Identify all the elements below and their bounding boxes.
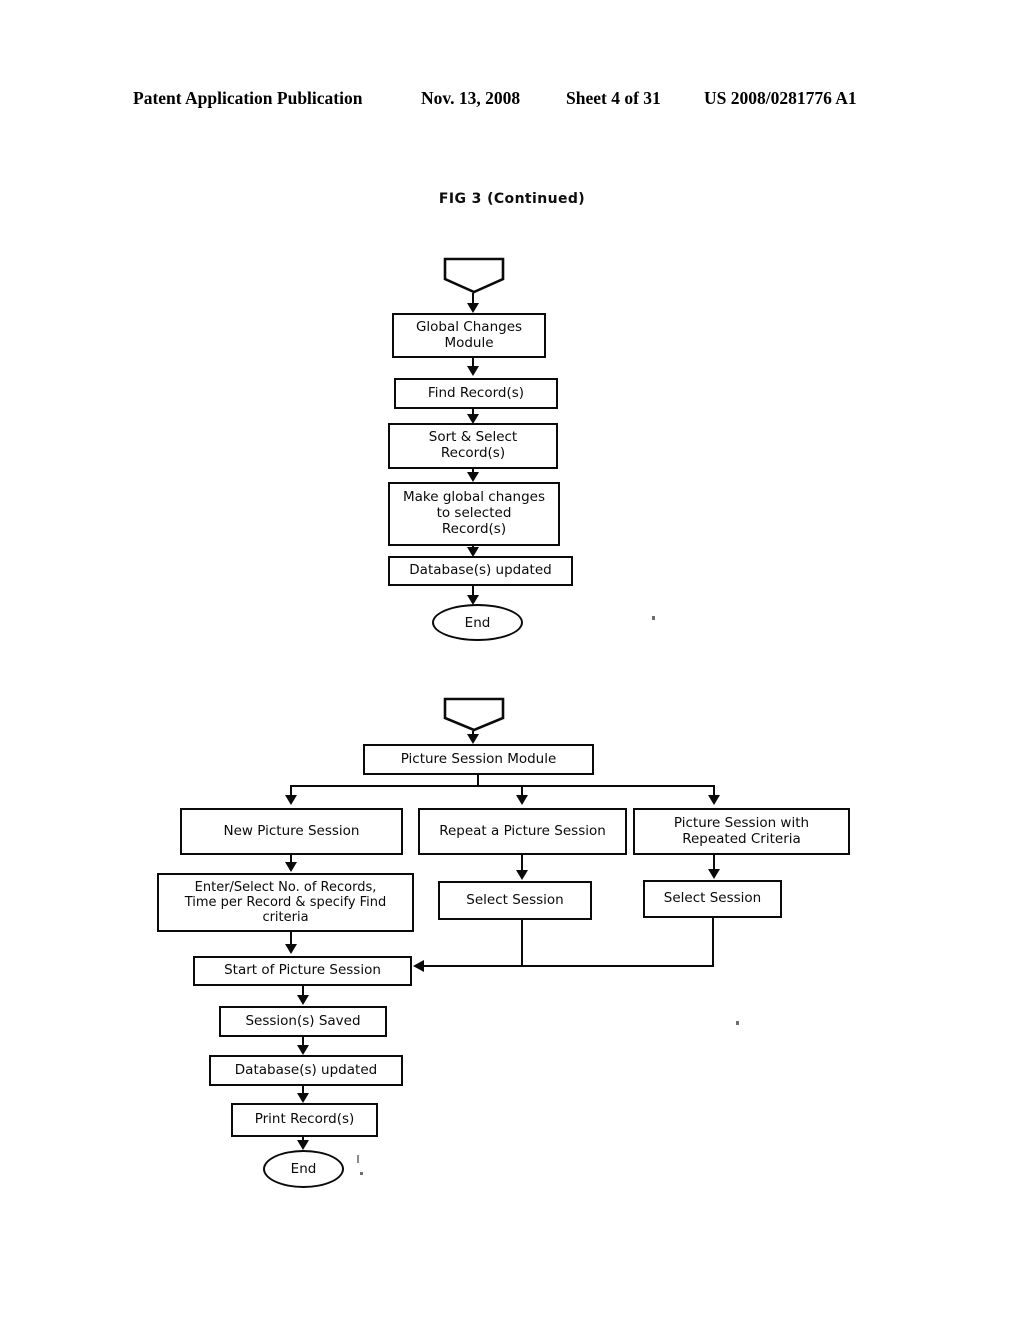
- node-label: Database(s) updated: [409, 562, 552, 579]
- node-label: New Picture Session: [223, 822, 360, 839]
- arrowhead-start-session-to-saved: [297, 995, 309, 1005]
- header-patent-number: US 2008/0281776 A1: [704, 88, 857, 108]
- arrowhead-repeat-to-select1: [516, 870, 528, 880]
- node-label: Repeat a Picture Session: [439, 822, 606, 839]
- node-enter-select-records: Enter/Select No. of Records, Time per Re…: [157, 873, 414, 932]
- edge-merge-to-start-session: [424, 965, 714, 967]
- arrowhead-module-to-find: [467, 366, 479, 376]
- node-label: Enter/Select No. of Records, Time per Re…: [184, 879, 387, 926]
- figure-title: FIG 3 (Continued): [438, 191, 586, 207]
- connector-pentagon-picture-session: [443, 697, 505, 732]
- scan-artifact-speck: [652, 616, 655, 620]
- node-global-changes-module: Global Changes Module: [392, 313, 546, 358]
- node-database-updated-global: Database(s) updated: [388, 556, 573, 586]
- node-label: End: [290, 1161, 317, 1177]
- arrowhead-new-to-enter: [285, 862, 297, 872]
- node-sort-select-records: Sort & Select Record(s): [388, 423, 558, 469]
- page-header: Patent Application Publication Nov. 13, …: [0, 88, 1024, 114]
- arrowhead-start-to-ps-module: [467, 734, 479, 744]
- patent-page: Patent Application Publication Nov. 13, …: [0, 0, 1024, 1320]
- arrowhead-bus-to-repeat: [516, 795, 528, 805]
- node-label: End: [464, 614, 491, 631]
- node-make-global-changes: Make global changes to selected Record(s…: [388, 482, 560, 546]
- node-select-session-1: Select Session: [438, 881, 592, 920]
- node-label: Start of Picture Session: [224, 962, 381, 979]
- node-label: Picture Session Module: [400, 750, 557, 767]
- node-label: Sort & Select Record(s): [428, 429, 518, 461]
- arrowhead-enter-to-start-session: [285, 944, 297, 954]
- arrowhead-saved-to-database: [297, 1045, 309, 1055]
- node-label: Select Session: [663, 890, 762, 907]
- node-label: Database(s) updated: [234, 1061, 378, 1078]
- node-find-records: Find Record(s): [394, 378, 558, 409]
- scan-artifact-speck-3: [360, 1172, 363, 1175]
- arrowhead-merge-to-start-session: [413, 960, 424, 972]
- scan-artifact-speck-4: [736, 1021, 739, 1025]
- node-label: Session(s) Saved: [245, 1012, 361, 1029]
- header-publication: Patent Application Publication: [133, 88, 363, 108]
- node-start-of-picture-session: Start of Picture Session: [193, 956, 412, 986]
- node-repeat-picture-session: Repeat a Picture Session: [418, 808, 627, 855]
- arrowhead-bus-to-criteria: [708, 795, 720, 805]
- node-database-updated-picture: Database(s) updated: [209, 1055, 403, 1086]
- node-select-session-2: Select Session: [643, 880, 782, 918]
- node-end-picture-session: End: [263, 1150, 344, 1188]
- scan-artifact-speck-2: [357, 1155, 359, 1163]
- node-picture-session-module: Picture Session Module: [363, 744, 594, 775]
- header-sheet-number: Sheet 4 of 31: [566, 88, 661, 108]
- arrowhead-print-to-end: [297, 1140, 309, 1150]
- node-end-global-changes: End: [432, 604, 523, 641]
- edge-select1-down: [521, 920, 523, 966]
- node-label: Picture Session with Repeated Criteria: [673, 814, 810, 847]
- node-label: Print Record(s): [254, 1111, 355, 1128]
- node-label: Make global changes to selected Record(s…: [402, 489, 546, 537]
- arrowhead-bus-to-new: [285, 795, 297, 805]
- edge-select2-down: [712, 918, 714, 966]
- edge-ps-module-bus: [290, 785, 715, 787]
- node-sessions-saved: Session(s) Saved: [219, 1006, 387, 1037]
- arrowhead-database-to-print: [297, 1093, 309, 1103]
- arrowhead-start-to-module: [467, 303, 479, 313]
- connector-pentagon-global-changes: [443, 257, 505, 294]
- node-new-picture-session: New Picture Session: [180, 808, 403, 855]
- node-picture-session-repeated-criteria: Picture Session with Repeated Criteria: [633, 808, 850, 855]
- arrowhead-sort-to-make: [467, 472, 479, 482]
- header-date: Nov. 13, 2008: [421, 88, 521, 108]
- node-label: Select Session: [466, 891, 564, 908]
- node-label: Find Record(s): [427, 384, 525, 401]
- node-print-records: Print Record(s): [231, 1103, 378, 1137]
- arrowhead-criteria-to-select2: [708, 869, 720, 879]
- node-label: Global Changes Module: [415, 318, 523, 351]
